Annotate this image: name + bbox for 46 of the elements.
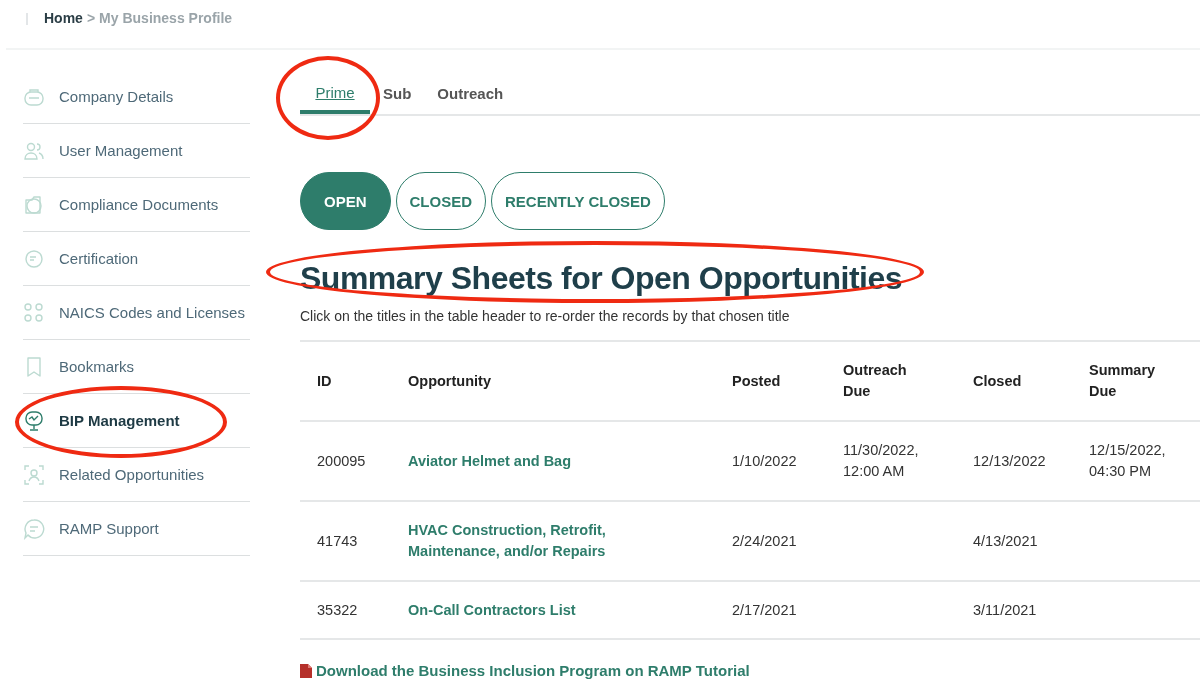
table-cell-text: 12/15/2022, 04:30 PM <box>1089 441 1167 481</box>
sidebar-item[interactable]: Bookmarks <box>23 340 250 394</box>
tab[interactable]: Sub <box>370 74 425 114</box>
table-cell-text: 2/24/2021 <box>732 531 797 551</box>
monitor-icon <box>23 409 45 432</box>
sidebar-item[interactable]: Certification <box>23 232 250 286</box>
table-cell-text: 12/13/2022 <box>973 451 1046 471</box>
breadcrumb-current: My Business Profile <box>99 10 233 26</box>
column-header[interactable]: ID <box>317 370 332 392</box>
breadcrumb-home-link[interactable]: Home <box>44 10 83 26</box>
grid-icon <box>23 301 45 324</box>
table-cell-text: 1/10/2022 <box>732 451 797 471</box>
person-frame-icon <box>23 463 45 486</box>
column-header[interactable]: Opportunity <box>408 370 491 392</box>
column-header[interactable]: Outreach Due <box>843 360 935 402</box>
column-header[interactable]: Closed <box>973 370 1022 392</box>
page-heading: Summary Sheets for Open Opportunities <box>300 259 904 298</box>
sidebar-item[interactable]: BIP Management <box>23 394 250 448</box>
sidebar-item[interactable]: Related Opportunities <box>23 448 250 502</box>
sidebar-item[interactable]: Company Details <box>23 70 250 124</box>
tab[interactable]: Prime <box>300 74 370 114</box>
breadcrumb-separator: > <box>86 10 96 26</box>
table-cell-text: 4/13/2021 <box>973 531 1038 551</box>
column-header[interactable]: Summary Due <box>1089 360 1185 402</box>
table-cell-text: 11/30/2022, 12:00 AM <box>843 441 920 481</box>
table-cell-text: 3/11/2021 <box>973 600 1037 620</box>
table-cell-text: 35322 <box>317 600 358 620</box>
filter-button[interactable]: RECENTLY CLOSED <box>491 172 665 230</box>
opportunity-link[interactable]: HVAC Construction, Retrofit, Maintenance, and/or Repairs <box>408 520 638 562</box>
pdf-file-icon <box>300 663 312 678</box>
tab[interactable]: Outreach <box>424 74 517 114</box>
opportunity-link[interactable]: On-Call Contractors List <box>408 599 576 621</box>
filter-button[interactable]: CLOSED <box>395 172 487 230</box>
table-cell-text: 41743 <box>317 531 358 551</box>
sidebar-item[interactable]: RAMP Support <box>23 502 250 556</box>
sidebar-item[interactable]: User Management <box>23 124 250 178</box>
table-cell-text: 200095 <box>317 451 366 471</box>
sidebar-item[interactable]: Compliance Documents <box>23 178 250 232</box>
filter-button[interactable]: OPEN <box>300 172 391 230</box>
column-header[interactable]: Posted <box>732 370 781 392</box>
download-link[interactable]: Download the Business Inclusion Program on RAMP Tutorial <box>316 662 750 679</box>
sidebar-item[interactable]: NAICS Codes and Licenses <box>23 286 250 340</box>
opportunity-link[interactable]: Aviator Helmet and Bag <box>408 450 572 472</box>
table-cell-text: 2/17/2021 <box>732 600 797 620</box>
chat-icon <box>23 517 45 540</box>
instruction-text: Click on the titles in the table header to re-order the records by that chosen title <box>300 308 791 324</box>
